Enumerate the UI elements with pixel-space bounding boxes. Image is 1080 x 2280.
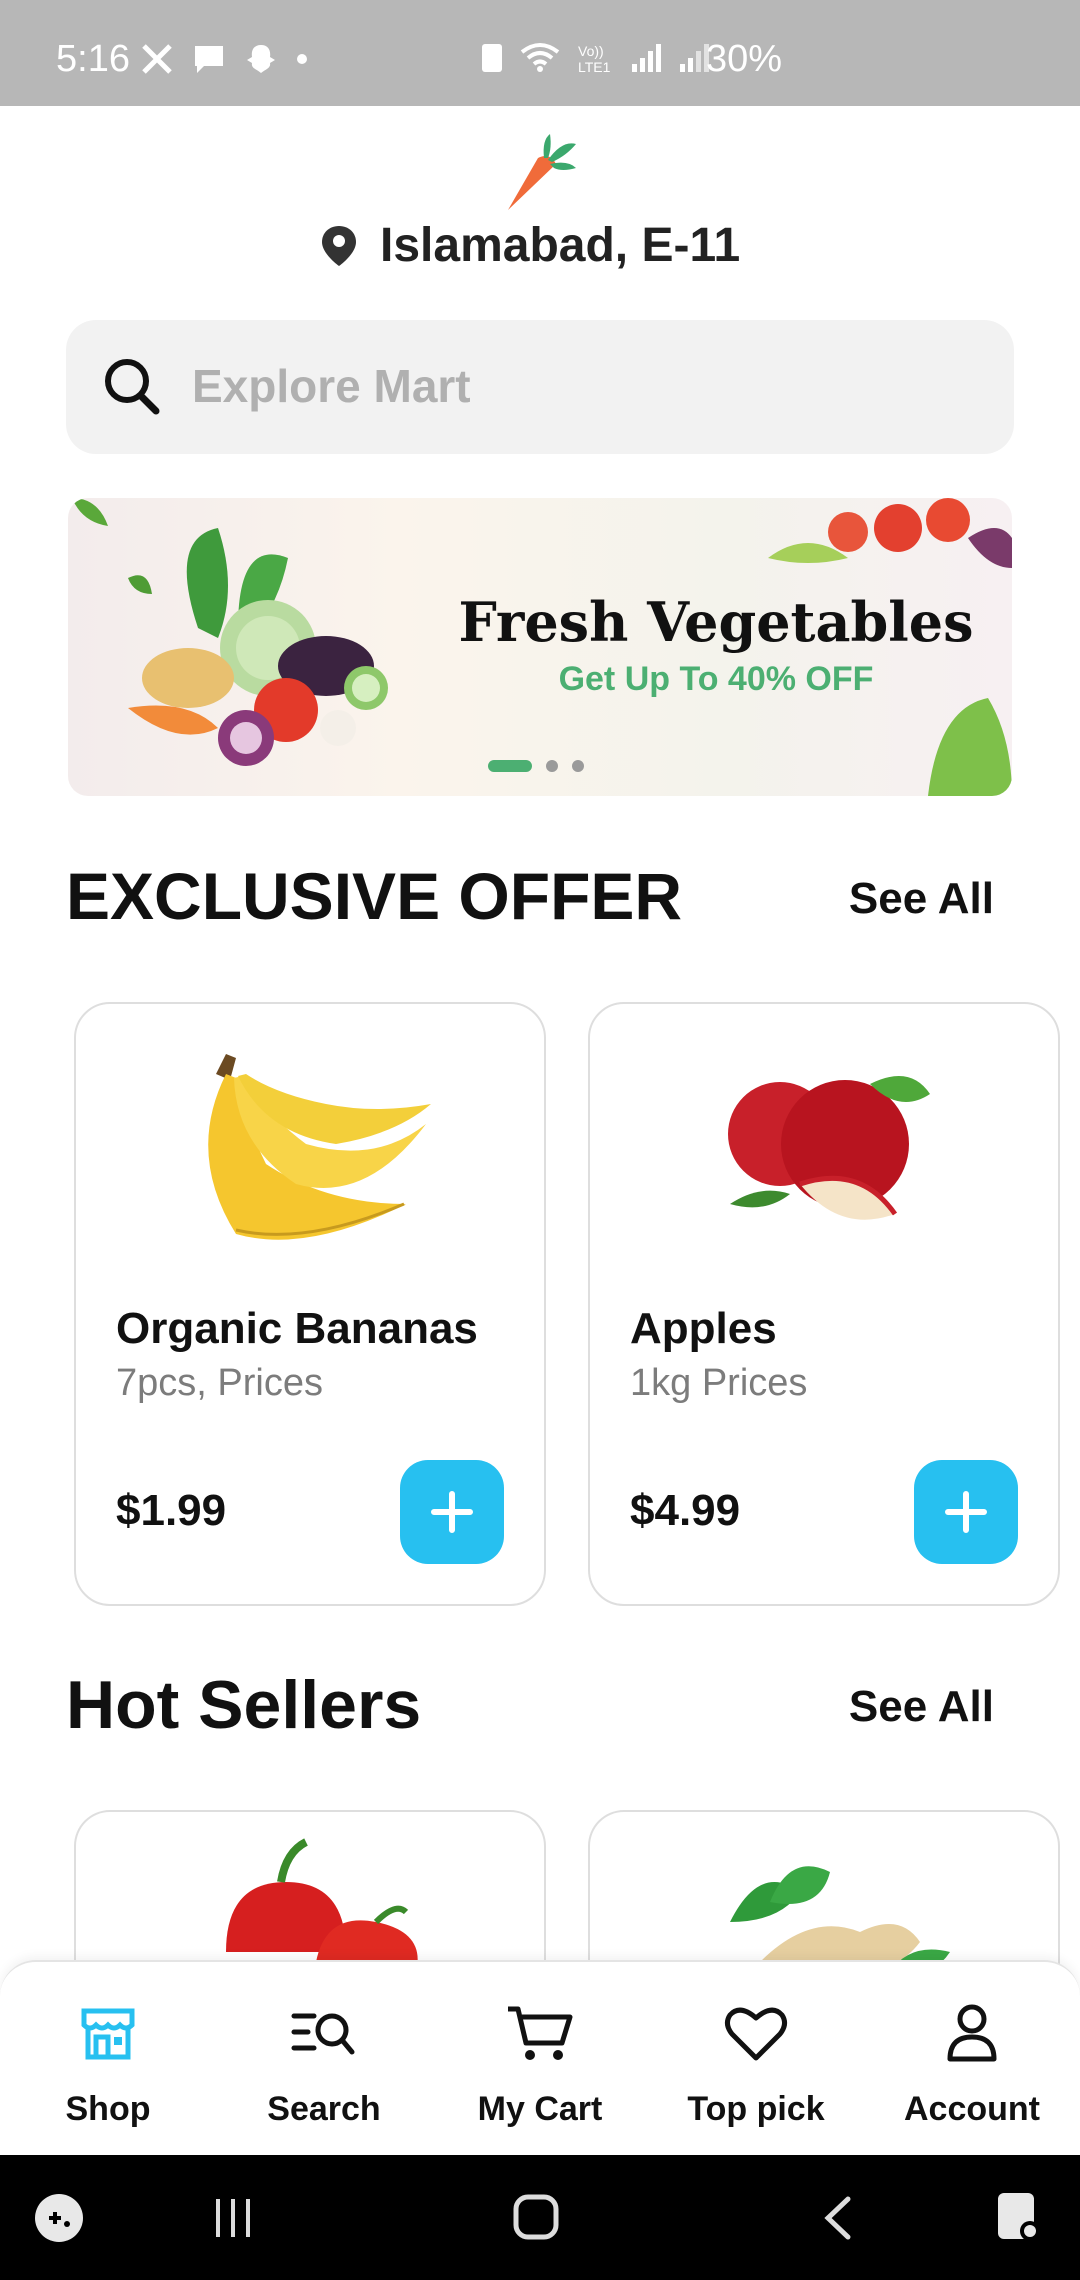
snapchat-icon <box>247 45 275 73</box>
hot-sellers-title: Hot Sellers <box>66 1667 422 1743</box>
pagination-dot[interactable] <box>572 760 584 772</box>
status-time: 5:16 <box>56 38 130 80</box>
product-card[interactable]: Organic Bananas 7pcs, Prices $1.99 <box>74 1002 546 1606</box>
recent-apps-icon[interactable] <box>210 2195 256 2241</box>
nav-label-account: Account <box>904 2090 1040 2128</box>
notification-icons <box>140 42 308 76</box>
cart-icon <box>508 2006 573 2060</box>
plus-icon <box>431 1491 473 1533</box>
product-description: 7pcs, Prices <box>116 1362 323 1404</box>
system-nav-bar <box>0 2155 1080 2280</box>
add-to-cart-button[interactable] <box>914 1460 1018 1564</box>
banana-image <box>208 1054 431 1240</box>
pagination-dot-active[interactable] <box>488 760 532 772</box>
nav-item-cart[interactable]: My Cart <box>440 1998 640 2129</box>
battery-level: 30% <box>706 38 783 80</box>
search-list-icon <box>291 2013 355 2055</box>
nav-item-shop[interactable]: Shop <box>8 1998 208 2129</box>
svg-text:LTE1: LTE1 <box>578 59 611 74</box>
store-icon <box>81 2008 135 2060</box>
signal-icon <box>632 44 661 72</box>
banner-pagination <box>488 760 584 772</box>
battery-saver-icon <box>482 44 502 72</box>
nav-label-cart: My Cart <box>477 2090 603 2128</box>
product-price: $4.99 <box>630 1486 741 1535</box>
product-description: 1kg Prices <box>630 1362 808 1404</box>
hot-sellers-see-all-link[interactable]: See All <box>849 1682 994 1732</box>
exclusive-offer-title: EXCLUSIVE OFFER <box>66 859 683 933</box>
pagination-dot[interactable] <box>546 760 558 772</box>
accessibility-icon[interactable] <box>994 2191 1044 2243</box>
nav-label-search: Search <box>267 2090 381 2128</box>
banner-title: Fresh Vegetables <box>458 590 974 654</box>
wifi-icon <box>520 43 560 72</box>
product-name: Organic Bananas <box>116 1304 478 1353</box>
heart-icon <box>724 2007 788 2061</box>
nav-label-shop: Shop <box>65 2090 151 2128</box>
nav-item-search[interactable]: Search <box>224 1998 424 2129</box>
nav-item-account[interactable]: Account <box>872 1998 1072 2129</box>
add-to-cart-button[interactable] <box>400 1460 504 1564</box>
nav-item-top-pick[interactable]: Top pick <box>656 1998 856 2129</box>
apple-image <box>728 1076 930 1220</box>
promo-banner[interactable]: Fresh Vegetables Get Up To 40% OFF <box>68 498 1012 796</box>
svg-text:Vo)): Vo)) <box>578 43 604 59</box>
location-pin-icon <box>322 225 356 266</box>
product-price: $1.99 <box>116 1486 227 1535</box>
dot-icon <box>297 54 307 64</box>
system-status-icons: Vo)) LTE1 <box>480 40 712 74</box>
search-icon <box>105 359 160 415</box>
nav-label-top-pick: Top pick <box>687 2090 825 2128</box>
status-bar: 5:16 Vo)) LTE1 30% <box>0 0 1080 106</box>
bottom-navigation: Shop Search My Cart Top pick Account <box>0 1960 1080 2155</box>
exclusive-see-all-link[interactable]: See All <box>849 874 994 924</box>
search-bar[interactable] <box>66 320 1014 454</box>
x-app-icon <box>142 44 172 74</box>
product-card[interactable]: Apples 1kg Prices $4.99 <box>588 1002 1060 1606</box>
message-icon <box>195 46 223 73</box>
back-icon[interactable] <box>822 2195 856 2241</box>
carrot-logo-icon <box>508 134 576 210</box>
volte-icon: Vo))LTE1 <box>578 43 611 74</box>
location-selector[interactable]: Islamabad, E-11 <box>320 218 740 273</box>
game-launcher-icon[interactable] <box>34 2193 84 2243</box>
banner-subtitle: Get Up To 40% OFF <box>558 660 874 698</box>
location-text: Islamabad, E-11 <box>380 219 741 272</box>
product-name: Apples <box>630 1304 777 1353</box>
home-icon[interactable] <box>512 2193 560 2241</box>
plus-icon <box>945 1491 987 1533</box>
user-icon <box>947 2004 997 2062</box>
search-input[interactable] <box>192 350 972 422</box>
